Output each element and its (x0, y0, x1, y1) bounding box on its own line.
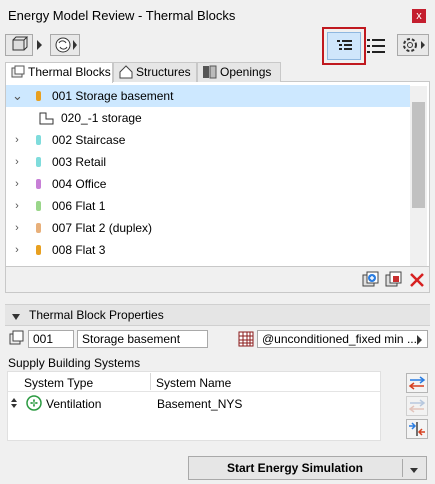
tree-item[interactable]: 020_-1 storage (6, 107, 410, 129)
tree-list-icon (337, 40, 352, 50)
color-swatch (36, 91, 41, 101)
unlink-arrows-icon (408, 399, 426, 413)
color-swatch (36, 135, 41, 145)
properties-title: Thermal Block Properties (29, 308, 164, 322)
tab-thermal-blocks[interactable]: Thermal Blocks (5, 62, 113, 83)
window-title: Energy Model Review - Thermal Blocks (8, 8, 236, 23)
triangle-right-icon[interactable] (416, 334, 424, 349)
chevron-right-icon[interactable]: › (12, 217, 22, 239)
tree-scrollbar-thumb[interactable] (412, 102, 425, 208)
assign-block-button[interactable] (384, 270, 404, 293)
settings-button[interactable] (397, 34, 429, 56)
assign-block-icon (385, 271, 402, 287)
list-icon (367, 39, 385, 53)
tree-item-label: 008 Flat 3 (52, 243, 106, 257)
split-arrows-icon (409, 422, 425, 436)
system-type-cell: Ventilation (46, 397, 102, 411)
block-id-field[interactable]: 001 (28, 330, 74, 348)
chevron-right-icon[interactable]: › (12, 129, 22, 151)
color-swatch (36, 157, 41, 167)
chevron-down-icon[interactable]: ⌄ (12, 85, 23, 107)
color-swatch (36, 245, 41, 255)
tree-view-button[interactable] (327, 32, 361, 60)
tree-item-label: 007 Flat 2 (duplex) (52, 221, 153, 235)
column-header-system-type[interactable]: System Type (24, 376, 93, 390)
tree-item[interactable]: › 006 Flat 1 (6, 195, 410, 217)
chevron-down-icon[interactable] (409, 464, 419, 478)
color-swatch (36, 223, 41, 233)
gear-icon (403, 38, 425, 52)
grid-icon[interactable] (238, 331, 254, 350)
thermal-block-icon (9, 330, 25, 349)
remove-system-button[interactable] (406, 396, 428, 416)
chevron-right-icon[interactable]: › (12, 239, 22, 261)
tree-item[interactable]: › 007 Flat 2 (duplex) (6, 217, 410, 239)
column-header-system-name[interactable]: System Name (156, 376, 231, 390)
add-thermal-block-button[interactable] (361, 270, 381, 293)
tree-item-label: 003 Retail (52, 155, 107, 169)
system-settings-button[interactable] (406, 419, 428, 439)
fan-icon (26, 395, 42, 414)
view-3d-button[interactable] (5, 34, 33, 56)
tab-label: Thermal Blocks (28, 65, 111, 79)
list-view-button[interactable] (366, 36, 388, 59)
thermal-block-icon (10, 65, 26, 84)
add-block-icon (362, 271, 379, 287)
add-system-button[interactable] (406, 373, 428, 393)
supply-systems-label: Supply Building Systems (8, 356, 141, 370)
view-3d-dropdown-arrow[interactable] (36, 38, 44, 55)
tree-item-label: 020_-1 storage (61, 111, 142, 125)
start-simulation-label: Start Energy Simulation (226, 461, 364, 475)
profile-value: @unconditioned_fixed min ... (262, 332, 417, 346)
close-button[interactable]: x (412, 9, 426, 23)
tab-label: Structures (136, 65, 191, 79)
tree-item[interactable]: › 003 Retail (6, 151, 410, 173)
tree-item-label: 006 Flat 1 (52, 199, 106, 213)
chevron-right-icon[interactable]: › (12, 195, 22, 217)
tree-item[interactable]: › 008 Flat 3 (6, 239, 410, 261)
tree-item[interactable]: ⌄ 001 Storage basement (6, 85, 410, 107)
button-divider (402, 459, 403, 477)
chevron-right-icon[interactable]: › (12, 173, 22, 195)
refresh-icon (55, 37, 77, 53)
operation-profile-dropdown[interactable]: @unconditioned_fixed min ... (257, 330, 428, 348)
refresh-button[interactable] (50, 34, 80, 56)
tree-item-label: 001 Storage basement (52, 89, 174, 103)
collapse-triangle-icon[interactable] (11, 310, 21, 324)
system-name-cell: Basement_NYS (157, 397, 243, 411)
tab-label: Openings (220, 65, 272, 79)
delete-x-icon (410, 273, 424, 287)
tree-item-label: 002 Staircase (52, 133, 126, 147)
color-swatch (36, 179, 41, 189)
delete-button[interactable] (408, 271, 426, 292)
sort-arrows-icon[interactable] (10, 396, 18, 413)
tree-item[interactable]: › 002 Staircase (6, 129, 410, 151)
tab-openings[interactable]: Openings (197, 62, 281, 82)
column-divider (150, 373, 151, 390)
tree-item-label: 004 Office (52, 177, 107, 191)
link-arrows-icon (408, 376, 426, 390)
thermal-block-tree[interactable]: ⌄ 001 Storage basement 020_-1 storage › … (5, 82, 430, 267)
color-swatch (36, 201, 41, 211)
block-name-field[interactable]: Storage basement (77, 330, 208, 348)
tab-structures[interactable]: Structures (113, 62, 197, 82)
triangle-right-icon (37, 40, 42, 50)
tree-item[interactable]: › 004 Office (6, 173, 410, 195)
chevron-right-icon[interactable]: › (12, 151, 22, 173)
cube-icon (12, 36, 29, 51)
